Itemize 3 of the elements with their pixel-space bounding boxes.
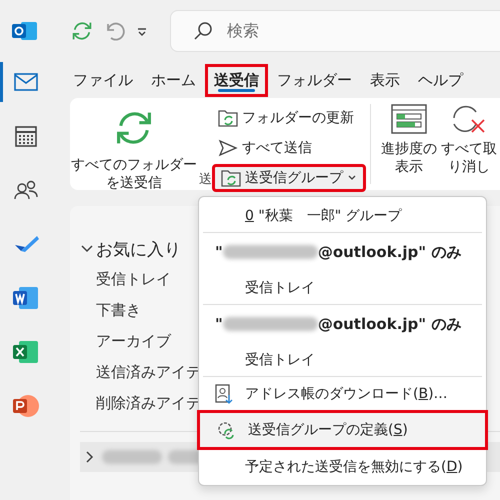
account-header: " @outlook.jp" のみ [214,314,462,335]
account-header: " @outlook.jp" のみ [214,242,462,263]
group-label: 送 [199,171,212,188]
